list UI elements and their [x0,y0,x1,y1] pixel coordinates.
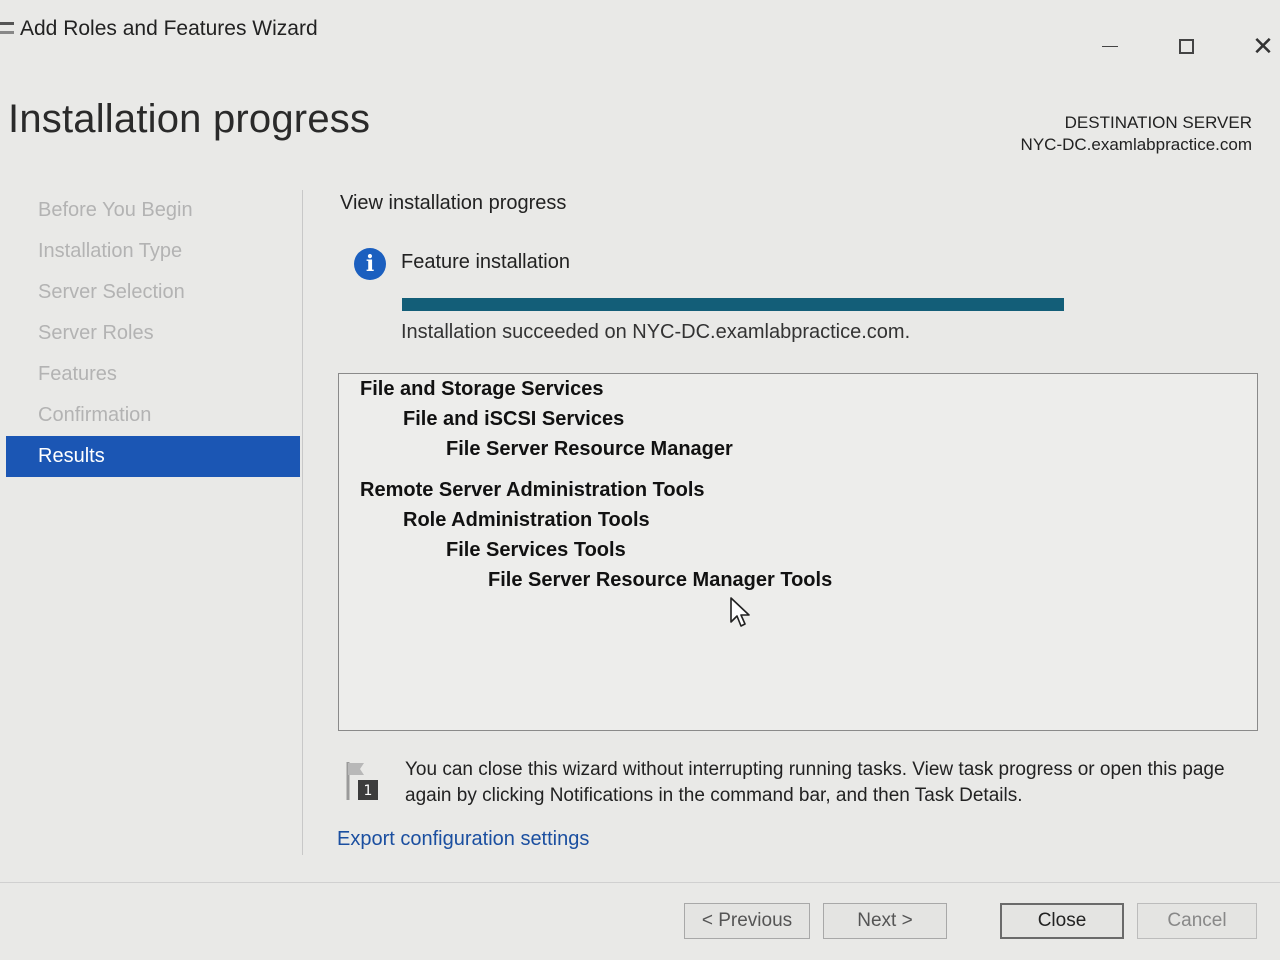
nav-step-features[interactable]: Features [6,354,300,395]
mouse-pointer-icon [730,597,750,627]
minimize-button[interactable] [1090,28,1130,64]
info-icon: i [354,248,386,280]
destination-server-name: NYC-DC.examlabpractice.com [1020,135,1252,154]
maximize-icon [1178,38,1194,54]
nav-step-results[interactable]: Results [6,436,300,477]
result-item: File Server Resource Manager [446,438,733,460]
footer-divider [0,882,1280,883]
result-item: File Server Resource Manager Tools [488,569,833,591]
result-item: File and iSCSI Services [403,408,625,430]
installation-progress-bar [402,298,1064,311]
wizard-app-icon [0,22,14,34]
destination-server-label: DESTINATION SERVER [1064,113,1252,132]
export-configuration-link[interactable]: Export configuration settings [337,828,589,851]
nav-step-installation-type[interactable]: Installation Type [6,231,300,272]
destination-server-info: DESTINATION SERVER NYC-DC.examlabpractic… [1021,112,1252,156]
progress-bar-fill [402,298,1064,311]
nav-step-confirmation[interactable]: Confirmation [6,395,300,436]
nav-step-server-roles[interactable]: Server Roles [6,313,300,354]
installation-results-list[interactable]: File and Storage Services File and iSCSI … [338,373,1258,731]
section-title: View installation progress [340,192,567,214]
notification-flag-icon: 1 [346,762,378,800]
close-wizard-note: You can close this wizard without interr… [405,759,1225,806]
nav-step-before-you-begin[interactable]: Before You Begin [6,190,300,231]
previous-button[interactable]: < Previous [684,903,810,939]
result-item: File and Storage Services [360,378,604,400]
maximize-button[interactable] [1166,28,1206,64]
close-icon: ✕ [1252,30,1274,61]
installation-status-message: Installation succeeded on NYC-DC.examlab… [401,321,911,343]
result-item: File Services Tools [446,539,626,561]
feature-installation-label: Feature installation [401,251,570,273]
result-item: Role Administration Tools [403,509,650,531]
close-button[interactable]: Close [1000,903,1124,939]
page-title: Installation progress [8,97,371,141]
cancel-button[interactable]: Cancel [1137,903,1257,939]
wizard-steps-nav: Before You Begin Installation Type Server … [6,190,300,477]
result-item: Remote Server Administration Tools [360,479,705,501]
next-button[interactable]: Next > [823,903,947,939]
nav-step-server-selection[interactable]: Server Selection [6,272,300,313]
notification-count: 1 [364,783,373,799]
nav-divider [302,190,303,855]
title-bar: Add Roles and Features Wizard ✕ [0,0,1280,62]
minimize-icon [1102,45,1118,47]
window-title: Add Roles and Features Wizard [20,17,318,40]
close-window-button[interactable]: ✕ [1243,28,1280,64]
